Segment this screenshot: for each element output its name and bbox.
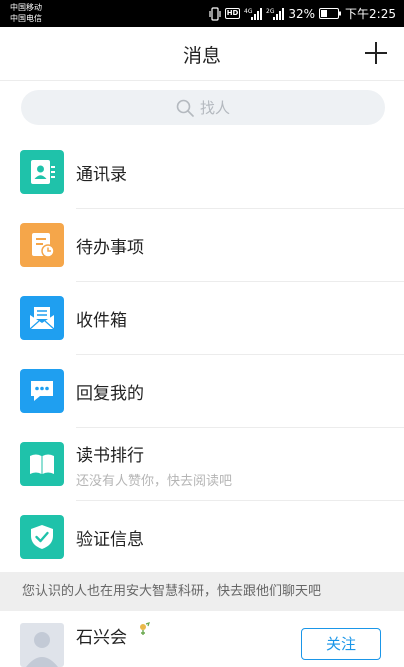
contact-row[interactable]: 石兴会 关注 [0,611,404,667]
menu-label-contacts: 通讯录 [76,165,127,185]
inbox-icon [20,296,64,340]
hd-badge: HD [224,8,241,19]
battery-percent: 32% [288,6,316,21]
contact-name: 石兴会 [76,628,127,648]
avatar[interactable] [20,623,64,667]
menu-label-verification: 验证信息 [76,530,144,550]
signal-4g-label: 4G [244,8,253,15]
signal-4g-icon: 4G [244,7,263,20]
search-icon [176,99,194,117]
book-icon [20,442,64,486]
plus-icon[interactable] [362,39,390,67]
battery-icon [319,8,342,19]
header: 消息 [0,27,404,81]
carrier-2: 中国电信 [10,14,42,23]
menu-item-inbox[interactable]: 收件箱 [0,282,404,355]
status-indicators: HD 4G 2G 32% 下午2:25 [209,5,396,22]
page-title: 消息 [182,45,221,67]
reply-icon [20,369,64,413]
carrier-1: 中国移动 [10,3,42,12]
gender-icon [140,622,150,635]
todo-icon [20,223,64,267]
search-input[interactable]: 找人 [21,90,385,125]
menu-label-inbox: 收件箱 [76,311,127,331]
shield-check-icon [20,515,64,559]
menu-label-reply: 回复我的 [76,384,144,404]
clock: 下午2:25 [345,7,396,21]
menu-item-reply[interactable]: 回复我的 [0,355,404,428]
carrier-info: 中国移动 中国电信 [10,2,42,24]
contacts-icon [20,150,64,194]
menu-sublabel-reading-rank: 还没有人赞你，快去阅读吧 [76,474,233,489]
menu-item-reading-rank[interactable]: 读书排行 还没有人赞你，快去阅读吧 [0,428,404,501]
signal-2g-label: 2G [266,8,275,15]
friend-suggestion-notice: 您认识的人也在用安大智慧科研，快去跟他们聊天吧 [0,572,404,611]
follow-button[interactable]: 关注 [301,628,381,660]
menu-item-verification[interactable]: 验证信息 [0,501,404,574]
menu-item-contacts[interactable]: 通讯录 [0,136,404,209]
vibrate-icon [209,6,221,21]
menu-label-todo: 待办事项 [76,238,144,258]
signal-2g-icon: 2G [266,7,285,20]
search-placeholder: 找人 [199,99,230,117]
menu-list: 通讯录 待办事项 收件箱 回复我的 读书排行 还没有人赞你，快去阅读吧 验证信息 [0,136,404,574]
menu-label-reading-rank: 读书排行 [76,446,144,466]
menu-item-todo[interactable]: 待办事项 [0,209,404,282]
status-bar: 中国移动 中国电信 HD 4G 2G 32% 下午2:25 [0,0,404,27]
